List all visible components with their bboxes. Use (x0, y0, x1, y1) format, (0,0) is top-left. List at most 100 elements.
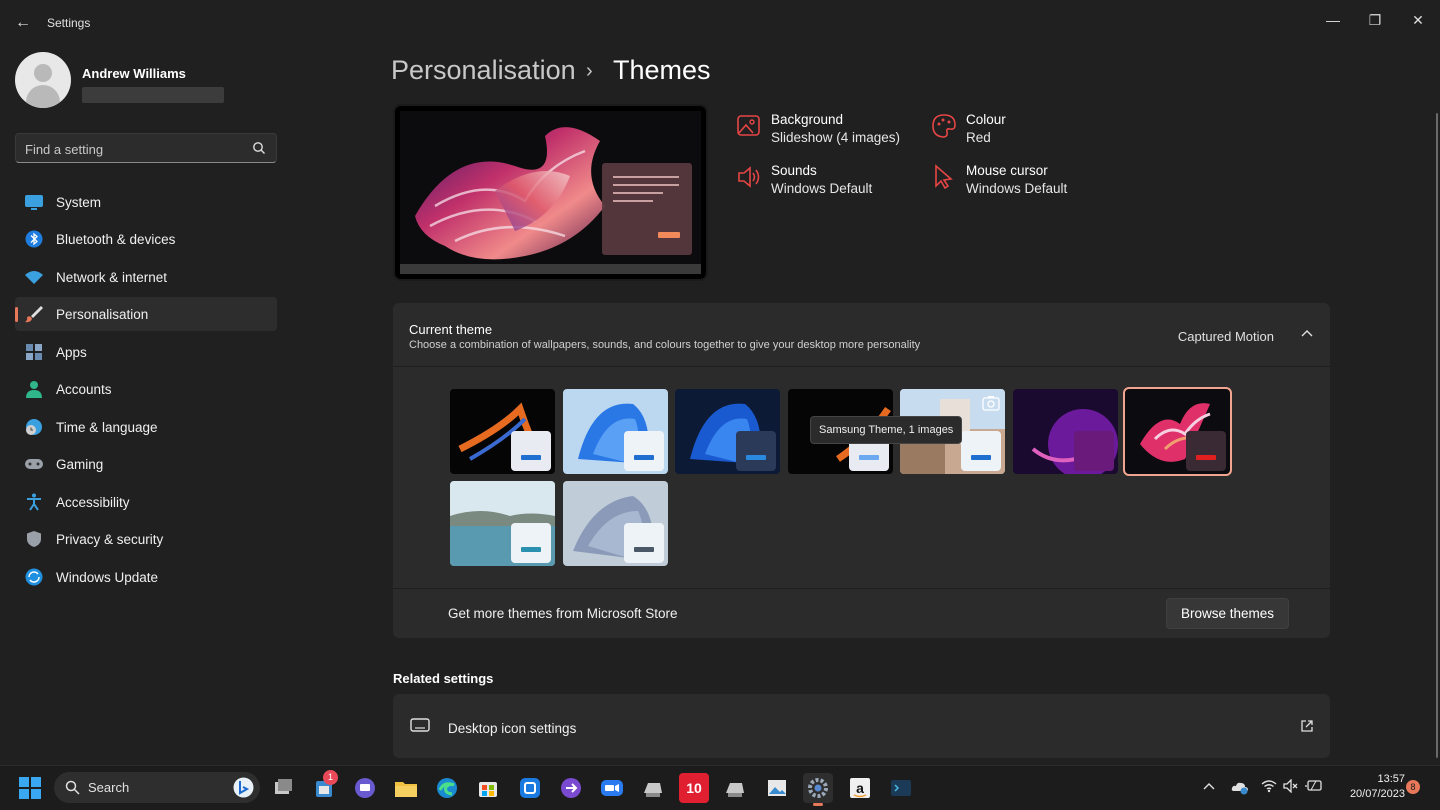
app-icon[interactable] (556, 773, 586, 803)
onedrive-icon[interactable] (1231, 779, 1249, 795)
breadcrumb-parent[interactable]: Personalisation (391, 55, 576, 86)
app-icon[interactable]: 10 (679, 773, 709, 803)
teams-chat-icon[interactable] (350, 773, 380, 803)
brush-icon (25, 306, 43, 323)
scrollbar[interactable] (1436, 113, 1438, 758)
notification-badge[interactable]: 8 (1406, 780, 1420, 794)
theme-thumbnail[interactable] (563, 389, 668, 474)
chevron-up-icon[interactable] (1202, 780, 1216, 794)
background-setting[interactable] (736, 113, 762, 144)
accent-bar (634, 547, 654, 552)
sidebar-item-network[interactable]: Network & internet (15, 260, 277, 294)
sidebar-item-label: Windows Update (56, 570, 159, 585)
maximize-button[interactable]: ❐ (1355, 6, 1395, 34)
user-name: Andrew Williams (82, 66, 186, 81)
time: 13:57 (1377, 773, 1405, 785)
window-preview (511, 431, 551, 471)
speaker-icon (738, 166, 760, 188)
theme-thumbnail[interactable] (1013, 389, 1118, 474)
sounds-label: Sounds (771, 163, 817, 178)
sidebar-item-label: Gaming (56, 457, 104, 472)
sounds-value: Windows Default (771, 181, 873, 196)
browse-themes-button[interactable]: Browse themes (1166, 598, 1289, 629)
cursor-setting[interactable] (931, 164, 957, 195)
chevron-up-icon[interactable] (1300, 327, 1314, 341)
wifi-icon[interactable] (1261, 779, 1277, 793)
battery-icon[interactable] (1305, 779, 1323, 793)
avatar[interactable] (15, 52, 71, 108)
accent-bar (521, 455, 541, 460)
sidebar-item-time-language[interactable]: Time & language (15, 410, 277, 444)
avatar-head-shape (34, 64, 52, 82)
app-tile-text: 10 (686, 780, 702, 796)
theme-thumbnail-selected[interactable] (1123, 387, 1232, 476)
app-icon[interactable] (515, 773, 545, 803)
sidebar-item-bluetooth[interactable]: Bluetooth & devices (15, 222, 277, 256)
taskbar-search[interactable]: Search (54, 772, 260, 803)
sidebar-item-accounts[interactable]: Accounts (15, 372, 277, 406)
accent-bar (1084, 455, 1104, 460)
zoom-icon[interactable] (597, 773, 627, 803)
title-bar (0, 0, 1440, 44)
theme-thumbnail[interactable] (450, 481, 555, 566)
active-indicator (15, 307, 18, 322)
app-icon[interactable] (720, 773, 750, 803)
desktop-icon-settings-row[interactable]: Desktop icon settings (393, 694, 1330, 758)
taskbar-search-label: Search (88, 780, 130, 795)
badge: 1 (323, 770, 338, 785)
sidebar-item-apps[interactable]: Apps (15, 335, 277, 369)
theme-thumbnail[interactable] (563, 481, 668, 566)
amazon-icon[interactable]: a (845, 773, 875, 803)
window-preview (961, 431, 1001, 471)
store-widget-icon[interactable]: 1 (309, 770, 339, 803)
microsoft-store-icon[interactable] (473, 773, 503, 803)
back-button[interactable]: ← (12, 12, 34, 34)
colour-setting[interactable] (931, 113, 957, 144)
sidebar-item-personalisation[interactable]: Personalisation (15, 297, 277, 331)
page-title: Themes (613, 55, 711, 85)
photos-icon[interactable] (762, 773, 792, 803)
window-preview (624, 431, 664, 471)
svg-text:a: a (856, 780, 864, 796)
theme-thumbnail[interactable] (450, 389, 555, 474)
window-preview (1074, 431, 1114, 471)
theme-preview (393, 104, 708, 281)
background-property[interactable]: Background Slideshow (4 images) (771, 111, 900, 147)
cursor-property[interactable]: Mouse cursor Windows Default (966, 162, 1067, 198)
window-preview (511, 523, 551, 563)
sidebar-item-windows-update[interactable]: Windows Update (15, 560, 277, 594)
background-label: Background (771, 112, 844, 127)
sidebar-item-privacy[interactable]: Privacy & security (15, 522, 277, 556)
file-explorer-icon[interactable] (391, 773, 421, 803)
taskbar-clock[interactable]: 13:57 20/07/2023 (1330, 772, 1405, 802)
external-link-icon (1301, 720, 1313, 732)
windows-start-icon[interactable] (19, 777, 41, 799)
sounds-setting[interactable] (736, 164, 762, 195)
close-button[interactable]: ✕ (1398, 6, 1438, 34)
minimize-button[interactable]: — (1313, 6, 1353, 34)
sidebar-item-label: System (56, 195, 102, 210)
window-preview (736, 431, 776, 471)
app-icon[interactable] (638, 773, 668, 803)
colour-property[interactable]: Colour Red (966, 111, 1006, 147)
divider (393, 588, 1330, 589)
terminal-icon[interactable] (886, 773, 916, 803)
sounds-property[interactable]: Sounds Windows Default (771, 162, 872, 198)
edge-browser-icon[interactable] (432, 773, 462, 803)
sidebar-item-accessibility[interactable]: Accessibility (15, 485, 277, 519)
apps-icon (26, 344, 42, 360)
task-view-icon[interactable] (268, 773, 298, 803)
settings-search-box[interactable] (15, 133, 277, 163)
sidebar-item-gaming[interactable]: Gaming (15, 447, 277, 481)
date: 20/07/2023 (1349, 788, 1405, 800)
search-icon[interactable] (252, 141, 266, 155)
window-preview (1186, 431, 1226, 471)
sidebar-item-system[interactable]: System (15, 185, 277, 219)
search-icon (65, 780, 80, 795)
settings-app-icon[interactable] (803, 773, 833, 806)
settings-search-input[interactable] (25, 140, 245, 158)
shield-icon (27, 531, 41, 547)
speaker-muted-icon[interactable] (1283, 779, 1299, 793)
theme-thumbnail[interactable] (675, 389, 780, 474)
accent-bar (634, 455, 654, 460)
